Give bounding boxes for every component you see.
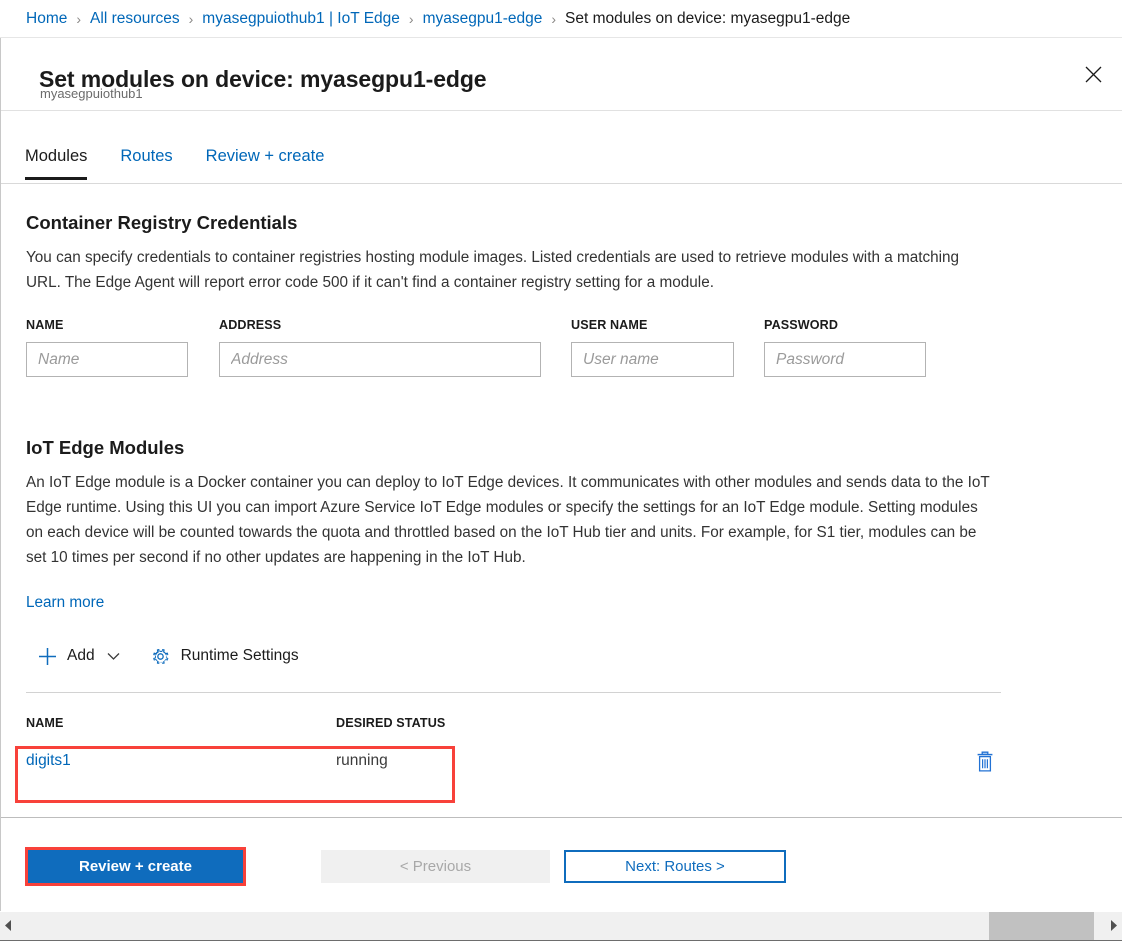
field-password-label: PASSWORD [764, 318, 926, 332]
column-header-status: DESIRED STATUS [336, 716, 445, 730]
module-name-link[interactable]: digits1 [26, 752, 71, 770]
chevron-down-icon [107, 652, 120, 661]
breadcrumb-separator: › [551, 11, 556, 27]
runtime-settings-label: Runtime Settings [181, 648, 299, 664]
scrollbar-thumb[interactable] [989, 912, 1094, 941]
caret-right-icon [1110, 919, 1117, 934]
tab-modules[interactable]: Modules [25, 147, 87, 180]
review-create-button[interactable]: Review + create [28, 850, 243, 883]
registry-name-input[interactable] [26, 342, 188, 377]
column-header-name: NAME [26, 716, 63, 730]
iot-edge-modules-title: IoT Edge Modules [26, 437, 184, 459]
breadcrumb-item-all-resources[interactable]: All resources [90, 10, 180, 28]
registry-password-input[interactable] [764, 342, 926, 377]
container-registry-description: You can specify credentials to container… [26, 245, 994, 295]
registry-address-input[interactable] [219, 342, 541, 377]
learn-more-link[interactable]: Learn more [26, 594, 104, 612]
set-modules-blade: Home › All resources › myasegpuiothub1 |… [0, 0, 1122, 941]
tab-review-create[interactable]: Review + create [206, 147, 325, 180]
command-bar-divider [26, 692, 1001, 693]
wizard-footer: Review + create < Previous Next: Routes … [1, 818, 1122, 905]
breadcrumb-item-current: Set modules on device: myasegpu1-edge [565, 10, 850, 28]
field-address-label: ADDRESS [219, 318, 541, 332]
field-user-name-label: USER NAME [571, 318, 734, 332]
blade-left-edge [0, 38, 1, 911]
trash-icon [975, 751, 995, 776]
close-icon [1085, 66, 1102, 83]
add-module-button[interactable]: Add [26, 637, 132, 675]
breadcrumb-item-home[interactable]: Home [26, 10, 67, 28]
iot-edge-modules-description: An IoT Edge module is a Docker container… [26, 470, 994, 570]
runtime-settings-button[interactable]: Runtime Settings [138, 637, 311, 675]
breadcrumb-item-iot-hub[interactable]: myasegpuiothub1 | IoT Edge [202, 10, 400, 28]
scroll-left-button[interactable] [0, 912, 17, 941]
container-registry-title: Container Registry Credentials [26, 212, 297, 234]
breadcrumb-separator: › [409, 11, 414, 27]
modules-command-bar: Add Runtime Settings [26, 633, 1001, 679]
breadcrumb-separator: › [76, 11, 81, 27]
breadcrumb-item-device[interactable]: myasegpu1-edge [423, 10, 543, 28]
registry-username-input[interactable] [571, 342, 734, 377]
field-address: ADDRESS [219, 318, 541, 377]
field-password: PASSWORD [764, 318, 926, 377]
field-user-name: USER NAME [571, 318, 734, 377]
container-registry-fields: NAME ADDRESS USER NAME PASSWORD [1, 318, 1001, 388]
breadcrumb: Home › All resources › myasegpuiothub1 |… [0, 0, 1122, 38]
delete-module-button[interactable] [968, 746, 1002, 780]
scroll-right-button[interactable] [1105, 912, 1122, 941]
tabstrip: Modules Routes Review + create [1, 112, 1122, 184]
module-desired-status: running [336, 752, 388, 770]
blade-header: Set modules on device: myasegpu1-edge my… [1, 39, 1122, 111]
caret-left-icon [5, 919, 12, 934]
horizontal-scrollbar[interactable] [0, 911, 1122, 941]
add-module-label: Add [67, 648, 95, 664]
previous-button[interactable]: < Previous [321, 850, 550, 883]
tabstrip-divider [1, 183, 1122, 184]
field-name-label: NAME [26, 318, 188, 332]
breadcrumb-separator: › [189, 11, 194, 27]
close-button[interactable] [1072, 53, 1114, 95]
next-routes-button[interactable]: Next: Routes > [564, 850, 786, 883]
field-name: NAME [26, 318, 188, 377]
modules-table-header: NAME DESIRED STATUS [26, 716, 1001, 736]
table-row: digits1 running [26, 752, 1001, 792]
plus-icon [38, 647, 57, 666]
blade-content: Container Registry Credentials You can s… [1, 185, 1122, 817]
page-subtitle: myasegpuiothub1 [40, 86, 143, 101]
gear-icon [150, 646, 171, 667]
tab-routes[interactable]: Routes [120, 147, 172, 180]
